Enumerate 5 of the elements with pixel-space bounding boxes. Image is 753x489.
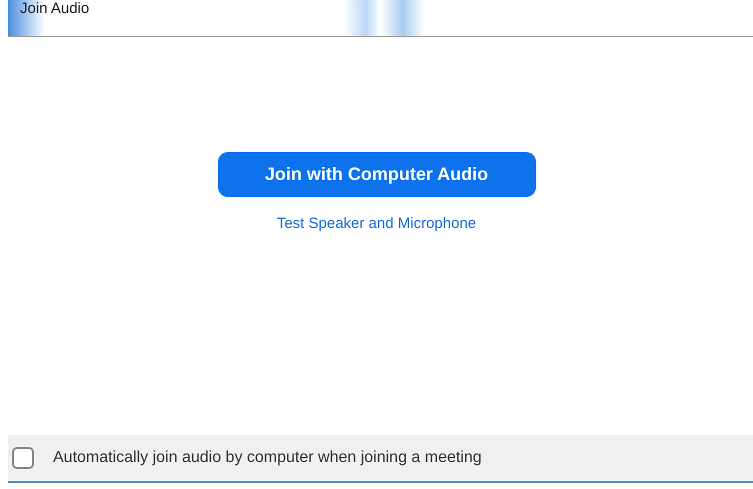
join-audio-button[interactable]: Join with Computer Audio: [218, 152, 536, 197]
auto-join-checkbox[interactable]: [12, 447, 34, 469]
test-speaker-link[interactable]: Test Speaker and Microphone: [276, 213, 476, 236]
window-title: Join Audio: [20, 0, 90, 17]
auto-join-label: Automatically join audio by computer when joining a meeting: [53, 448, 482, 468]
